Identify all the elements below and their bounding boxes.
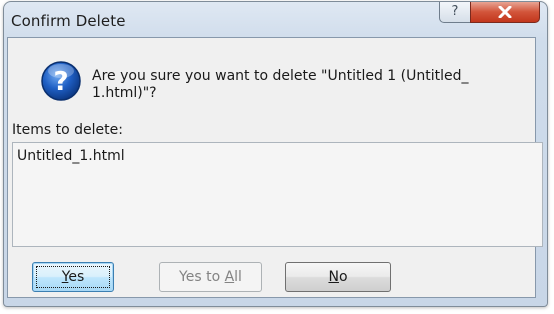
close-icon: [498, 5, 512, 19]
items-to-delete-label: Items to delete:: [12, 122, 123, 138]
yes-to-all-mnemonic: A: [224, 269, 235, 285]
svg-text:?: ?: [53, 67, 68, 97]
yes-to-all-button[interactable]: Yes to All: [159, 262, 262, 292]
help-icon: ?: [451, 4, 459, 19]
yes-to-all-label-prefix: Yes to: [179, 269, 225, 285]
close-button[interactable]: [470, 2, 540, 23]
yes-button[interactable]: Yes: [32, 262, 114, 292]
no-mnemonic: N: [328, 269, 339, 285]
confirm-message: Are you sure you want to delete "Untitle…: [92, 68, 469, 101]
help-button[interactable]: ?: [439, 2, 471, 23]
no-label-rest: o: [338, 269, 348, 285]
dialog-title: Confirm Delete: [11, 12, 126, 30]
items-list[interactable]: Untitled_1.html: [12, 142, 543, 247]
list-item[interactable]: Untitled_1.html: [17, 148, 538, 164]
title-bar[interactable]: Confirm Delete ?: [4, 2, 547, 40]
focus-rect: [36, 266, 110, 288]
yes-to-all-label-rest: ll: [234, 269, 242, 285]
no-button[interactable]: No: [285, 262, 391, 292]
question-icon: ?: [40, 60, 82, 106]
